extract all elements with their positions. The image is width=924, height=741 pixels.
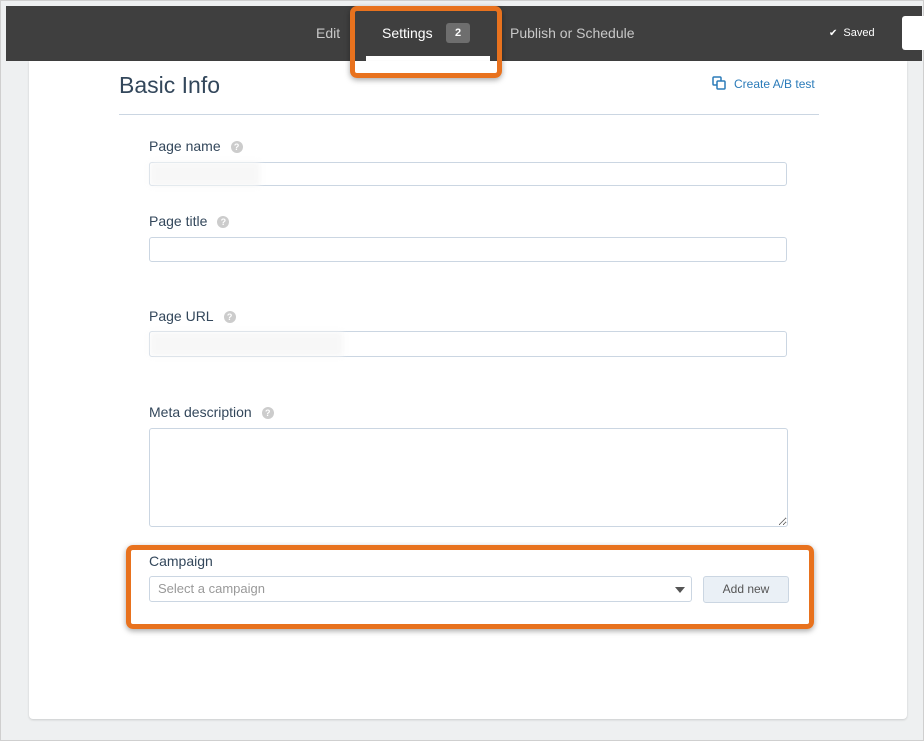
page-title-label-row: Page title?	[149, 213, 230, 229]
meta-description-label: Meta description	[149, 404, 252, 420]
tab-settings-label: Settings	[382, 25, 433, 41]
page-url-label-row: Page URL?	[149, 308, 236, 324]
add-new-campaign-button[interactable]: Add new	[703, 576, 789, 603]
tab-publish-label: Publish or Schedule	[510, 25, 635, 41]
top-nav-bar: Edit Settings 2 Publish or Schedule ✔ Sav…	[6, 6, 924, 61]
ab-test-icon	[712, 76, 726, 90]
campaign-label: Campaign	[149, 553, 213, 569]
meta-description-label-row: Meta description?	[149, 404, 274, 420]
campaign-select[interactable]: Select a campaign	[149, 576, 692, 602]
help-icon[interactable]: ?	[230, 141, 243, 153]
settings-count-badge: 2	[446, 23, 470, 43]
section-title: Basic Info	[119, 72, 220, 98]
saved-status: ✔ Saved	[829, 6, 875, 61]
section-divider	[119, 114, 819, 115]
tab-publish-or-schedule[interactable]: Publish or Schedule	[510, 6, 635, 61]
tab-edit[interactable]: Edit	[316, 6, 340, 61]
create-ab-test-label: Create A/B test	[734, 77, 815, 91]
help-icon[interactable]: ?	[261, 407, 274, 419]
meta-description-textarea[interactable]	[149, 428, 788, 527]
tab-settings[interactable]: Settings 2	[360, 6, 496, 61]
caret-down-icon	[675, 587, 685, 593]
top-right-button[interactable]	[902, 16, 924, 50]
page-name-label: Page name	[149, 138, 221, 154]
page-name-input[interactable]	[149, 162, 787, 186]
page-name-label-row: Page name?	[149, 138, 243, 154]
page-title-label: Page title	[149, 213, 208, 229]
settings-panel	[29, 61, 907, 719]
help-icon[interactable]: ?	[217, 216, 230, 228]
page-title-input[interactable]	[149, 237, 787, 262]
page-url-input[interactable]	[149, 331, 787, 357]
campaign-select-placeholder: Select a campaign	[158, 581, 265, 596]
help-icon[interactable]: ?	[223, 311, 236, 323]
create-ab-test-link[interactable]: Create A/B test	[712, 76, 815, 91]
saved-label: Saved	[843, 27, 875, 39]
page-url-label: Page URL	[149, 308, 214, 324]
check-icon: ✔	[829, 28, 838, 39]
tab-edit-label: Edit	[316, 25, 341, 41]
